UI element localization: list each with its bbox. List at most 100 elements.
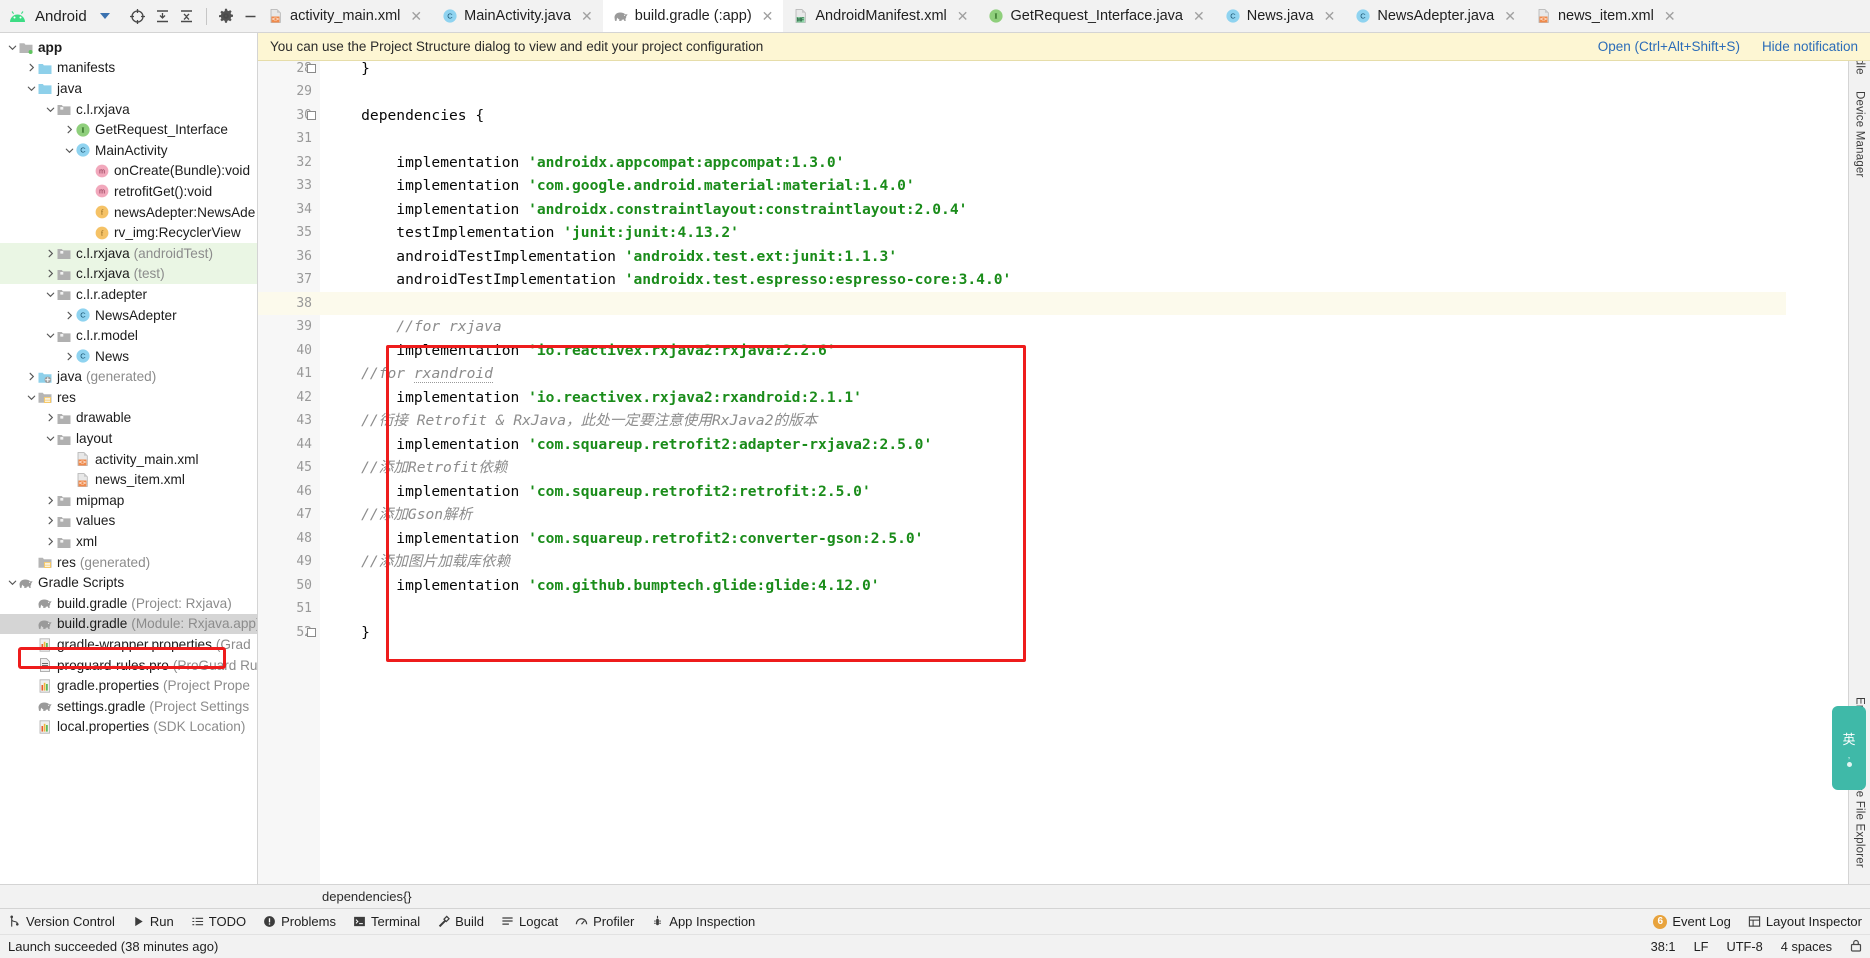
- tree-item-c-l-rxjava[interactable]: c.l.rxjava(androidTest): [0, 243, 257, 264]
- tree-item-c-l-r-adepter[interactable]: c.l.r.adepter: [0, 284, 257, 305]
- fold-collapse-icon[interactable]: [307, 628, 316, 637]
- close-icon[interactable]: ✕: [762, 9, 774, 23]
- chevron-right-icon[interactable]: [63, 350, 75, 362]
- tree-item-java[interactable]: java: [0, 78, 257, 99]
- tree-item-oncreate-bundle-void[interactable]: monCreate(Bundle):void: [0, 161, 257, 182]
- tree-item-local-properties[interactable]: local.properties(SDK Location): [0, 717, 257, 738]
- tree-item-newsadepter[interactable]: CNewsAdepter: [0, 305, 257, 326]
- tool-window-terminal[interactable]: Terminal: [353, 914, 420, 929]
- code-line[interactable]: implementation 'com.squareup.retrofit2:r…: [320, 480, 1848, 504]
- chevron-down-icon[interactable]: [44, 330, 56, 342]
- code-line[interactable]: [320, 127, 1848, 151]
- tree-item-settings-gradle[interactable]: settings.gradle(Project Settings: [0, 696, 257, 717]
- tool-window-event-log[interactable]: 6Event Log: [1653, 914, 1731, 929]
- close-icon[interactable]: ✕: [581, 9, 593, 23]
- tool-window-logcat[interactable]: Logcat: [501, 914, 558, 929]
- code-line[interactable]: //添加图片加载库依赖: [320, 550, 1848, 574]
- caret-position[interactable]: 38:1: [1651, 939, 1676, 954]
- dropdown-caret-icon[interactable]: [100, 13, 110, 19]
- code-line[interactable]: }: [320, 621, 1848, 645]
- code-line[interactable]: testImplementation 'junit:junit:4.13.2': [320, 221, 1848, 245]
- code-line[interactable]: implementation 'com.google.android.mater…: [320, 174, 1848, 198]
- code-line[interactable]: //for rxandroid: [320, 362, 1848, 386]
- editor-tab-build-gradle-app-[interactable]: build.gradle (:app)✕: [603, 0, 784, 32]
- code-line[interactable]: [320, 292, 1848, 316]
- close-icon[interactable]: ✕: [1324, 9, 1336, 23]
- tree-item-getrequest-interface[interactable]: IGetRequest_Interface: [0, 119, 257, 140]
- tree-item-build-gradle[interactable]: build.gradle(Project: Rxjava): [0, 593, 257, 614]
- tree-item-retrofitget-void[interactable]: mretrofitGet():void: [0, 181, 257, 202]
- code-line[interactable]: implementation 'com.squareup.retrofit2:c…: [320, 527, 1848, 551]
- chevron-right-icon[interactable]: [44, 536, 56, 548]
- file-encoding[interactable]: UTF-8: [1727, 939, 1763, 954]
- tree-item-res[interactable]: res(generated): [0, 552, 257, 573]
- tree-item-layout[interactable]: layout: [0, 428, 257, 449]
- project-view-label[interactable]: Android: [35, 8, 87, 25]
- editor-tab-androidmanifest-xml[interactable]: MFAndroidManifest.xml✕: [783, 0, 978, 32]
- code-line[interactable]: implementation 'androidx.constraintlayou…: [320, 198, 1848, 222]
- tree-item-app[interactable]: app: [0, 37, 257, 58]
- editor-tab-getrequest-interface-java[interactable]: IGetRequest_Interface.java✕: [978, 0, 1214, 32]
- tree-item-rv-img-recyclerview[interactable]: frv_img:RecyclerView: [0, 222, 257, 243]
- tool-window-problems[interactable]: Problems: [263, 914, 336, 929]
- code-line[interactable]: implementation 'com.github.bumptech.glid…: [320, 574, 1848, 598]
- code-text-area[interactable]: } } dependencies { implementation 'andro…: [320, 33, 1848, 884]
- tool-window-build[interactable]: Build: [437, 914, 484, 929]
- tool-window-layout-inspector[interactable]: Layout Inspector: [1748, 914, 1862, 929]
- tree-item-activity-main-xml[interactable]: <>activity_main.xml: [0, 449, 257, 470]
- code-line[interactable]: dependencies {: [320, 104, 1848, 128]
- chevron-right-icon[interactable]: [25, 371, 37, 383]
- code-line[interactable]: [320, 80, 1848, 104]
- settings-gear-icon[interactable]: [218, 6, 234, 26]
- close-icon[interactable]: ✕: [1193, 9, 1205, 23]
- chevron-down-icon[interactable]: [6, 41, 18, 53]
- tree-item-newsadepter-newsade[interactable]: fnewsAdepter:NewsAde: [0, 202, 257, 223]
- tree-item-xml[interactable]: xml: [0, 531, 257, 552]
- tree-item-proguard-rules-pro[interactable]: proguard-rules.pro(ProGuard Ru: [0, 655, 257, 676]
- chevron-right-icon[interactable]: [63, 124, 75, 136]
- close-icon[interactable]: ✕: [957, 9, 969, 23]
- chevron-down-icon[interactable]: [25, 82, 37, 94]
- tree-item-mainactivity[interactable]: CMainActivity: [0, 140, 257, 161]
- code-editor[interactable]: 2728293031323334353637383940414243444546…: [258, 33, 1848, 884]
- collapse-all-icon[interactable]: [155, 6, 170, 26]
- ime-floating-widget[interactable]: 英 ,: [1832, 706, 1866, 790]
- chevron-down-icon[interactable]: [44, 433, 56, 445]
- chevron-right-icon[interactable]: [25, 62, 37, 74]
- rail-item-device-manager[interactable]: Device Manager: [1854, 91, 1866, 178]
- open-project-structure-link[interactable]: Open (Ctrl+Alt+Shift+S): [1598, 39, 1740, 54]
- editor-tab-newsadepter-java[interactable]: CNewsAdepter.java✕: [1345, 0, 1526, 32]
- code-line[interactable]: //衔接 Retrofit & RxJava，此处一定要注意使用RxJava2的…: [320, 409, 1848, 433]
- code-line[interactable]: implementation 'com.squareup.retrofit2:a…: [320, 433, 1848, 457]
- chevron-right-icon[interactable]: [44, 268, 56, 280]
- chevron-right-icon[interactable]: [44, 412, 56, 424]
- tree-item-c-l-rxjava[interactable]: c.l.rxjava: [0, 99, 257, 120]
- close-icon[interactable]: ✕: [1664, 9, 1676, 23]
- tree-item-mipmap[interactable]: mipmap: [0, 490, 257, 511]
- editor-tab-news-item-xml[interactable]: <>news_item.xml✕: [1526, 0, 1686, 32]
- tree-item-gradle-scripts[interactable]: Gradle Scripts: [0, 572, 257, 593]
- expand-all-icon[interactable]: [179, 6, 194, 26]
- chevron-down-icon[interactable]: [44, 103, 56, 115]
- code-line[interactable]: //添加Gson解析: [320, 503, 1848, 527]
- editor-tab-news-java[interactable]: CNews.java✕: [1215, 0, 1346, 32]
- close-icon[interactable]: ✕: [1504, 9, 1516, 23]
- minimize-icon[interactable]: [243, 6, 258, 26]
- close-icon[interactable]: ✕: [410, 9, 422, 23]
- tree-item-news[interactable]: CNews: [0, 346, 257, 367]
- editor-tab-activity-main-xml[interactable]: <>activity_main.xml✕: [258, 0, 432, 32]
- tree-item-values[interactable]: values: [0, 511, 257, 532]
- fold-expand-icon[interactable]: [307, 111, 316, 120]
- chevron-down-icon[interactable]: [44, 288, 56, 300]
- code-line[interactable]: androidTestImplementation 'androidx.test…: [320, 268, 1848, 292]
- code-line[interactable]: //添加Retrofit依赖: [320, 456, 1848, 480]
- code-line[interactable]: implementation 'io.reactivex.rxjava2:rxa…: [320, 386, 1848, 410]
- project-tree-panel[interactable]: appmanifestsjavac.l.rxjavaIGetRequest_In…: [0, 33, 258, 884]
- tool-window-run[interactable]: Run: [132, 914, 174, 929]
- fold-collapse-icon[interactable]: [307, 64, 316, 73]
- tree-item-build-gradle[interactable]: build.gradle(Module: Rxjava.app): [0, 614, 257, 635]
- tool-window-todo[interactable]: TODO: [191, 914, 246, 929]
- chevron-right-icon[interactable]: [63, 309, 75, 321]
- tree-item-java[interactable]: java(generated): [0, 367, 257, 388]
- indent-setting[interactable]: 4 spaces: [1781, 939, 1832, 954]
